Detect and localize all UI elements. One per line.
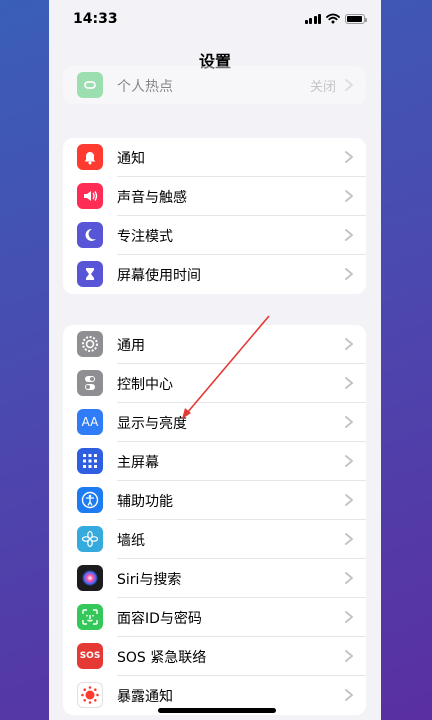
chevron-right-icon [342,491,356,509]
settings-row-label: 墙纸 [117,532,145,549]
settings-row-label: 屏幕使用时间 [117,267,201,284]
settings-row-accessibility[interactable]: 辅助功能 [63,481,366,520]
chevron-right-icon [342,569,356,587]
settings-row-control-center[interactable]: 控制中心 [63,364,366,403]
settings-row-label: 声音与触感 [117,189,187,206]
settings-row-label: 专注模式 [117,228,173,245]
chevron-right-icon [342,187,356,205]
cellular-signal-icon [304,13,321,24]
chevron-right-icon [342,226,356,244]
icon-glyph: SOS [79,651,101,661]
notifications-group: 通知声音与触感专注模式屏幕使用时间 [63,138,366,294]
network-group: 个人热点 关闭 [63,66,366,104]
chevron-right-icon [342,374,356,392]
settings-row-wallpaper[interactable]: 墙纸 [63,520,366,559]
settings-row-label: SOS 紧急联络 [117,649,207,666]
settings-row-notifications[interactable]: 通知 [63,138,366,177]
settings-row-label: 主屏幕 [117,454,159,471]
settings-row-label: 通知 [117,150,145,167]
chevron-right-icon [342,608,356,626]
gear-icon [77,331,103,357]
settings-row-siri[interactable]: Siri与搜索 [63,559,366,598]
chevron-right-icon [342,452,356,470]
settings-row-focus[interactable]: 专注模式 [63,216,366,255]
chevron-right-icon [342,265,356,283]
settings-row-label: 通用 [117,337,145,354]
accessibility-icon [77,487,103,513]
settings-row-label: 控制中心 [117,376,173,393]
settings-row-label: 显示与亮度 [117,415,187,432]
bell-icon [77,144,103,170]
settings-row-value: 关闭 [309,80,336,95]
status-bar: 14:33 [49,0,381,40]
status-time: 14:33 [73,11,118,27]
link-icon [77,72,103,98]
settings-row-general[interactable]: 通用 [63,325,366,364]
settings-row-display[interactable]: AA 显示与亮度 [63,403,366,442]
chevron-right-icon [342,76,356,94]
chevron-right-icon [342,335,356,353]
wifi-icon [326,13,340,24]
icon-glyph: AA [81,415,99,429]
settings-row-label: 面容ID与密码 [117,610,202,627]
settings-row-label: 暴露通知 [117,688,173,705]
flower-icon [77,526,103,552]
settings-row-label: 辅助功能 [117,493,173,510]
settings-row-home-screen[interactable]: 主屏幕 [63,442,366,481]
settings-row-face-id[interactable]: 面容ID与密码 [63,598,366,637]
settings-row-sos[interactable]: SOS SOS 紧急联络 [63,637,366,676]
chevron-right-icon [342,647,356,665]
face-id-icon [77,604,103,630]
speaker-icon [77,183,103,209]
chevron-right-icon [342,686,356,704]
settings-row-label: Siri与搜索 [117,571,182,588]
settings-row-label: 个人热点 [117,78,173,95]
settings-screen: 14:33 设置 个人热点 关闭 通知 声音与触感 专注模式 屏幕使用时间 通用 控制中心… [49,0,381,720]
hourglass-icon [77,261,103,287]
settings-row-hotspot[interactable]: 个人热点 关闭 [63,66,366,104]
status-icons [304,13,367,24]
moon-icon [77,222,103,248]
general-group: 通用 控制中心 AA 显示与亮度 主屏幕 辅助功能 墙纸 Siri与搜索 面容ID与密码 SOS S… [63,325,366,715]
settings-row-sounds[interactable]: 声音与触感 [63,177,366,216]
chevron-right-icon [342,530,356,548]
toggles-icon [77,370,103,396]
home-indicator [158,708,276,713]
battery-icon [345,13,367,24]
grid-icon [77,448,103,474]
siri-icon [77,565,103,591]
exposure-icon [77,682,103,708]
chevron-right-icon [342,148,356,166]
sos-icon: SOS [77,643,103,669]
chevron-right-icon [342,413,356,431]
settings-row-screen-time[interactable]: 屏幕使用时间 [63,255,366,294]
aa-icon: AA [77,409,103,435]
